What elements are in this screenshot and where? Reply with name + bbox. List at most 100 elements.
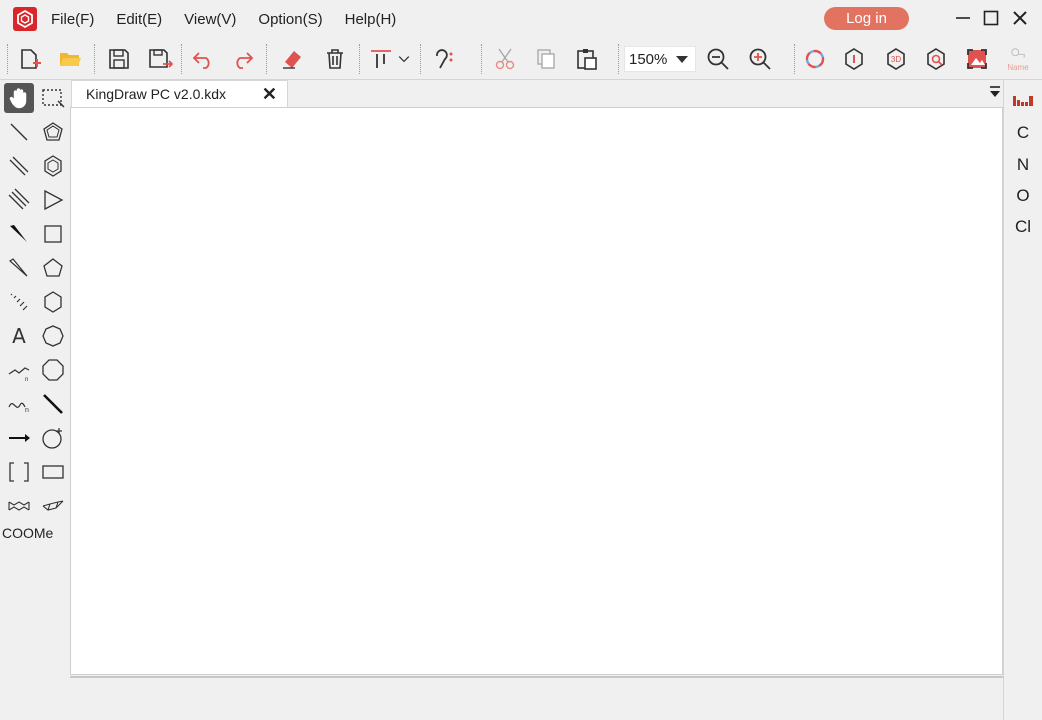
- curve-icon: n: [8, 402, 29, 414]
- hexagon-tool[interactable]: [38, 287, 68, 317]
- chain-tool[interactable]: n: [4, 355, 34, 385]
- folder-icon: [60, 53, 81, 66]
- ring-template-tool[interactable]: [4, 491, 34, 521]
- curve-tool[interactable]: n: [4, 389, 34, 419]
- image-recognition-button[interactable]: [962, 44, 992, 74]
- hexagon-icon: [44, 291, 62, 313]
- hashed-bond-icon: [10, 293, 28, 311]
- main-toolbar: 150% 3D Name: [0, 38, 1042, 80]
- element-chlorine[interactable]: Cl: [1004, 217, 1042, 237]
- cut-button[interactable]: [490, 44, 520, 74]
- view-3d-button[interactable]: 3D: [881, 44, 911, 74]
- menu-help[interactable]: Help(H): [334, 11, 408, 28]
- tab-list-menu-button[interactable]: [989, 84, 1001, 100]
- search-structure-button[interactable]: [921, 44, 951, 74]
- rectangle-tool[interactable]: [38, 457, 68, 487]
- hashed-bond-tool[interactable]: [4, 287, 34, 317]
- rectangle-icon: [42, 465, 64, 479]
- kingdraw-logo-icon: [13, 7, 37, 31]
- orbital-tool[interactable]: [38, 423, 68, 453]
- save-as-button[interactable]: [145, 44, 175, 74]
- undo-button[interactable]: [188, 44, 218, 74]
- maximize-button[interactable]: [978, 5, 1004, 31]
- document-tab-title: KingDraw PC v2.0.kdx: [86, 86, 227, 102]
- zoom-in-button[interactable]: [745, 44, 775, 74]
- marquee-select-icon: [42, 89, 65, 108]
- pentagon-tool[interactable]: [38, 117, 68, 147]
- document-tab[interactable]: KingDraw PC v2.0.kdx ✕: [71, 80, 288, 107]
- zoom-select[interactable]: 150%: [624, 46, 696, 72]
- menu-view[interactable]: View(V): [173, 11, 247, 28]
- periodic-table-icon: [1013, 96, 1033, 106]
- periodic-table-button[interactable]: [1004, 92, 1042, 112]
- element-carbon[interactable]: C: [1004, 123, 1042, 143]
- redo-button[interactable]: [228, 44, 258, 74]
- square-icon: [44, 225, 62, 243]
- name-to-structure-button[interactable]: Name: [1003, 44, 1033, 74]
- bracket-tool[interactable]: [4, 457, 34, 487]
- copy-button[interactable]: [531, 44, 561, 74]
- text-tool[interactable]: A: [4, 321, 34, 351]
- bold-bond-tool[interactable]: [38, 389, 68, 419]
- octagon-tool[interactable]: [38, 355, 68, 385]
- maximize-icon: [983, 10, 999, 26]
- zoom-out-button[interactable]: [703, 44, 733, 74]
- new-file-icon: [21, 49, 41, 69]
- minimize-icon: [956, 17, 970, 19]
- hollow-wedge-tool[interactable]: [4, 253, 34, 283]
- chair-conformation-icon: [42, 500, 64, 511]
- select-tool[interactable]: [38, 83, 68, 113]
- login-button[interactable]: Log in: [824, 7, 909, 30]
- tab-close-icon[interactable]: ✕: [262, 84, 277, 105]
- double-bond-tool[interactable]: [4, 151, 34, 181]
- text-tool-glyph: A: [12, 324, 26, 348]
- copy-icon: [537, 49, 555, 69]
- functional-group-tool[interactable]: COOMe: [2, 518, 66, 548]
- align-button[interactable]: [366, 44, 396, 74]
- octagon-icon: [42, 359, 64, 381]
- menu-option[interactable]: Option(S): [247, 11, 333, 28]
- drawing-canvas[interactable]: [70, 107, 1003, 675]
- benzene-tool[interactable]: [38, 151, 68, 181]
- menu-file[interactable]: File(F): [40, 11, 105, 28]
- wedge-bond-tool[interactable]: [4, 219, 34, 249]
- new-file-button[interactable]: [14, 44, 44, 74]
- pentagon-ring-tool[interactable]: [38, 253, 68, 283]
- element-panel: C N O Cl: [1003, 80, 1042, 720]
- element-oxygen[interactable]: O: [1004, 186, 1042, 206]
- paste-button[interactable]: [572, 44, 602, 74]
- single-bond-tool[interactable]: [4, 117, 34, 147]
- menu-bar: File(F) Edit(E) View(V) Option(S) Help(H…: [40, 0, 407, 38]
- minimize-button[interactable]: [950, 5, 976, 31]
- name-tool-label: Name: [1007, 63, 1029, 72]
- atom-info-button[interactable]: [839, 44, 869, 74]
- save-button[interactable]: [104, 44, 134, 74]
- functional-group-label: COOMe: [2, 525, 54, 541]
- title-bar: File(F) Edit(E) View(V) Option(S) Help(H…: [0, 0, 1042, 38]
- delete-button[interactable]: [320, 44, 350, 74]
- toolbar-separator: [794, 44, 795, 74]
- name-structure-icon: [1011, 48, 1025, 58]
- chair-template-tool[interactable]: [38, 491, 68, 521]
- pan-tool[interactable]: [4, 83, 34, 113]
- zoom-value: 150%: [629, 50, 668, 68]
- image-scan-icon: [967, 49, 987, 69]
- triple-bond-tool[interactable]: [4, 185, 34, 215]
- open-folder-button[interactable]: [55, 44, 85, 74]
- save-as-icon: [149, 49, 173, 68]
- color-button[interactable]: [800, 44, 830, 74]
- symmetry-button[interactable]: [429, 44, 459, 74]
- heptagon-icon: [42, 325, 64, 347]
- menu-edit[interactable]: Edit(E): [105, 11, 173, 28]
- arrow-tool[interactable]: [4, 423, 34, 453]
- element-nitrogen[interactable]: N: [1004, 155, 1042, 175]
- heptagon-tool[interactable]: [38, 321, 68, 351]
- tool-palette: A n n COOMe: [0, 80, 70, 720]
- align-dropdown-button[interactable]: [394, 44, 414, 74]
- eraser-button[interactable]: [277, 44, 307, 74]
- triangle-tool[interactable]: [38, 185, 68, 215]
- hexagon-search-icon: [927, 48, 945, 70]
- symmetry-icon: [436, 49, 453, 69]
- square-tool[interactable]: [38, 219, 68, 249]
- close-window-button[interactable]: [1007, 5, 1033, 31]
